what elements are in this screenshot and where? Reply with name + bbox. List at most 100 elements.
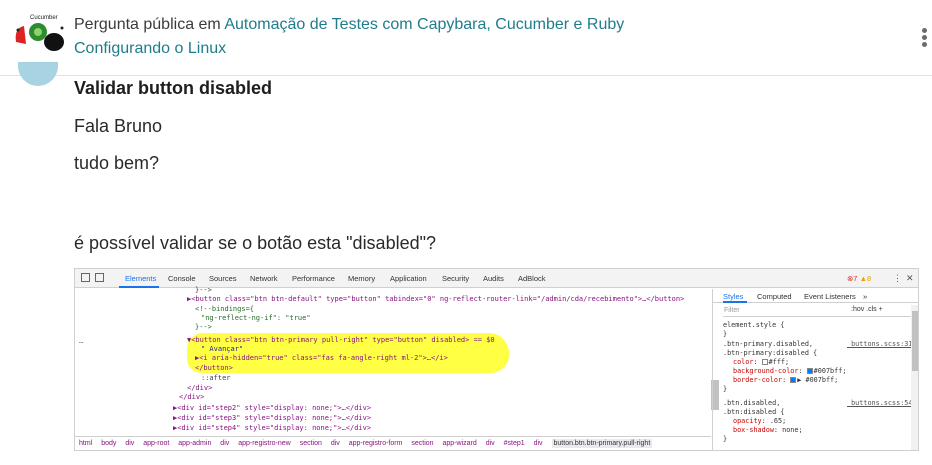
style-property[interactable]: border-color: ▶ #007bff; xyxy=(733,376,838,385)
tab-security[interactable]: Security xyxy=(442,274,469,283)
style-property[interactable]: background-color: #007bff; xyxy=(733,367,846,376)
rule-close: } xyxy=(723,330,728,338)
breadcrumb-item[interactable]: html xyxy=(79,440,92,447)
tab-performance[interactable]: Performance xyxy=(292,274,335,283)
breadcrumb-item[interactable]: div xyxy=(220,440,229,447)
question-header: Cucumber Pergunta pública em Automação d… xyxy=(0,0,932,76)
code-line: ::after xyxy=(201,374,231,382)
tab-styles[interactable]: Styles xyxy=(723,292,743,301)
breadcrumb-item[interactable]: app-registro-new xyxy=(238,440,291,447)
style-property[interactable]: color: #fff; xyxy=(733,358,789,367)
breadcrumb-item[interactable]: app-admin xyxy=(178,440,211,447)
prop-name: color xyxy=(733,358,754,366)
prop-value: #fff; xyxy=(768,358,790,366)
course-logo: Cucumber xyxy=(12,10,68,58)
code-line: " Avançar" xyxy=(201,345,244,353)
rule2-source-link[interactable]: _buttons.scss:54 xyxy=(847,399,912,408)
code-line[interactable]: ▶<div id="step3" style="display: none;">… xyxy=(173,414,371,423)
styles-pane: Styles Computed Event Listeners » Filter… xyxy=(712,289,918,450)
code-line[interactable]: ▶<button class="btn btn-default" type="b… xyxy=(187,295,684,304)
code-line: }--> xyxy=(195,286,212,294)
prop-value: ▶ #007bff; xyxy=(797,376,839,384)
breadcrumb-item[interactable]: app-wizard xyxy=(443,440,477,447)
device-toolbar-icon xyxy=(95,273,104,282)
code-line: <!--bindings={ xyxy=(195,305,255,313)
rule1-selector: .btn-primary.disabled, xyxy=(723,340,814,348)
breadcrumb-item-selected[interactable]: button.btn.btn-primary.pull-right xyxy=(551,439,653,448)
warning-count: 8 xyxy=(867,274,872,283)
ellipsis-icon: … xyxy=(79,337,84,345)
error-count: 7 xyxy=(853,274,858,283)
tab-application[interactable]: Application xyxy=(390,274,427,283)
tab-adblock[interactable]: AdBlock xyxy=(518,274,546,283)
rule1-selector-b: .btn-primary:disabled { xyxy=(723,349,818,357)
rule-close: } xyxy=(723,385,728,393)
prop-value: #007bff; xyxy=(813,367,847,375)
breadcrumb-item[interactable]: section xyxy=(411,440,433,447)
tab-network[interactable]: Network xyxy=(250,274,278,283)
element-style-rule: element.style { xyxy=(723,321,785,329)
breadcrumb-item[interactable]: section xyxy=(300,440,322,447)
section-link[interactable]: Configurando o Linux xyxy=(74,40,226,57)
course-link[interactable]: Automação de Testes com Capybara, Cucumb… xyxy=(224,16,624,33)
rule1-source-link[interactable]: _buttons.scss:31 xyxy=(847,340,912,349)
avatar xyxy=(18,62,58,86)
prop-value: none; xyxy=(782,426,803,434)
breadcrumb-item[interactable]: app-root xyxy=(143,440,169,447)
breadcrumb: html body div app-root app-admin div app… xyxy=(75,436,711,450)
tab-elements[interactable]: Elements xyxy=(125,274,156,283)
prop-name: background-color xyxy=(733,367,799,375)
tab-audits[interactable]: Audits xyxy=(483,274,504,283)
color-swatch[interactable] xyxy=(761,359,768,365)
styles-tab-bar: Styles Computed Event Listeners » xyxy=(713,289,918,303)
elements-panel: … }--> ▶<button class="btn btn-default" … xyxy=(75,286,711,434)
post-title: Validar button disabled xyxy=(74,78,273,98)
post-paragraph-1: Fala Bruno xyxy=(74,116,163,136)
filter-tools[interactable]: :hov .cls + xyxy=(851,306,883,313)
code-line: </button> xyxy=(195,364,233,372)
prop-name: border-color xyxy=(733,376,783,384)
settings-icon[interactable]: ⋮✕ xyxy=(893,273,918,284)
color-swatch[interactable] xyxy=(790,377,797,383)
filter-placeholder: Filter xyxy=(724,307,740,314)
rule-close: } xyxy=(723,435,728,443)
inspect-icon xyxy=(81,273,90,282)
active-tab-indicator xyxy=(119,286,159,288)
more-options-icon[interactable] xyxy=(920,28,928,50)
code-line: </div> xyxy=(187,384,213,392)
tab-event-listeners[interactable]: Event Listeners xyxy=(804,292,856,301)
prop-name: opacity xyxy=(733,417,762,425)
question-context: Pergunta pública em Automação de Testes … xyxy=(74,16,624,34)
breadcrumb-item[interactable]: div xyxy=(486,440,495,447)
more-tabs-icon[interactable]: » xyxy=(863,292,867,301)
breadcrumb-item[interactable]: div xyxy=(534,440,543,447)
rule2-selector-b: .btn:disabled { xyxy=(723,408,785,416)
code-line[interactable]: ▶<i aria-hidden="true" class="fas fa-ang… xyxy=(195,354,448,363)
code-line[interactable]: ▶<div id="step2" style="display: none;">… xyxy=(173,404,371,413)
styles-scroll-thumb[interactable] xyxy=(912,311,918,371)
breadcrumb-item[interactable]: div xyxy=(125,440,134,447)
prop-value: .65; xyxy=(769,417,787,425)
style-property[interactable]: opacity: .65; xyxy=(733,417,786,426)
breadcrumb-item[interactable]: #step1 xyxy=(504,440,525,447)
breadcrumb-item[interactable]: app-registro-form xyxy=(349,440,403,447)
context-prefix: Pergunta pública em xyxy=(74,16,225,33)
console-status[interactable]: ⊗7 ▲8 xyxy=(847,274,871,283)
styles-filter-input[interactable]: Filter :hov .cls + xyxy=(723,305,911,317)
code-line: </div> xyxy=(179,393,205,401)
prop-name: box-shadow xyxy=(733,426,774,434)
section-line: Configurando o Linux xyxy=(74,40,226,58)
post-paragraph-3: é possível validar se o botão esta "disa… xyxy=(74,233,437,253)
tab-computed[interactable]: Computed xyxy=(757,292,792,301)
selected-button-line[interactable]: ▼<button class="btn btn-primary pull-rig… xyxy=(187,336,495,345)
code-line[interactable]: ▶<div id="step4" style="display: none;">… xyxy=(173,424,371,433)
breadcrumb-item[interactable]: body xyxy=(101,440,116,447)
tab-sources[interactable]: Sources xyxy=(209,274,237,283)
tab-memory[interactable]: Memory xyxy=(348,274,375,283)
breadcrumb-item[interactable]: div xyxy=(331,440,340,447)
logo-text: Cucumber xyxy=(30,15,58,21)
devtools-screenshot: Elements Console Sources Network Perform… xyxy=(74,268,919,451)
tab-console[interactable]: Console xyxy=(168,274,196,283)
color-swatch[interactable] xyxy=(806,368,813,374)
style-property[interactable]: box-shadow: none; xyxy=(733,426,803,435)
